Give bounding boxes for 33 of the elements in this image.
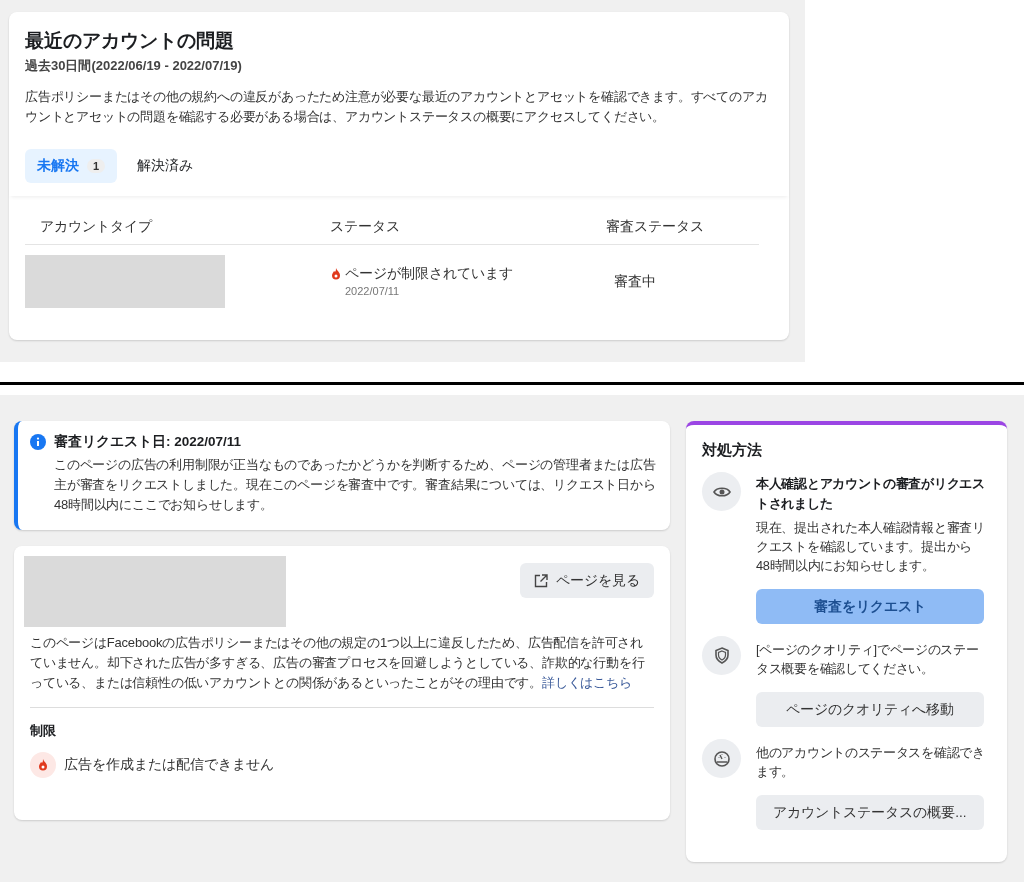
flame-icon [30,752,56,778]
column-header: アカウントタイプ [25,218,315,245]
step-text: 他のアカウントのステータスを確認できます。 [756,744,985,781]
gauge-icon [702,739,741,778]
view-page-button[interactable]: ページを見る [520,563,654,598]
eye-icon [702,472,741,511]
learn-more-link[interactable]: 詳しくはこちら [542,675,632,690]
external-link-icon [534,573,548,588]
action-button[interactable]: アカウントステータスの概要... [756,795,984,830]
notice-title: 審査リクエスト日: 2022/07/11 [54,433,242,451]
description: 広告ポリシーまたはその他の規約への違反があったため注意が必要な最近のアカウントとアセットを確認できます。すべてのアカウントとアセットの問題を確認する必要がある場合は、アカウントステータスの概要にアクセスしてください。 [25,88,769,126]
restriction-text: 広告を作成または配信できません [64,756,274,774]
column-header: 審査ステータス [591,218,759,245]
status-text: ページが制限されています [345,265,513,283]
card-title: 最近のアカウントの問題 [25,29,235,53]
tab[interactable]: 解決済み [125,149,206,183]
panel-title: 対処方法 [702,441,763,460]
policy-text: このページはFacebookの広告ポリシーまたはその他の規定の1つ以上に違反したため、広告配信を許可されていません。却下された広告が多すぎる、広告の審査プロセスを回避しようとしている、詐欺的な行動を行っている、または信頼性の低いアカウントとの関係があるといったことがその理由です。詳しくはこちら [30,634,646,692]
count-badge: 1 [87,159,106,173]
status-date: 2022/07/11 [345,285,401,297]
section-heading: 制限 [30,722,57,740]
shield-icon [702,636,741,675]
step-text: [ページのクオリティ]でページのステータス概要を確認してください。 [756,641,980,678]
info-icon [30,434,46,450]
column-header: ステータス [315,218,591,245]
action-button[interactable]: ページのクオリティへ移動 [756,692,984,727]
review-status: 審査中 [613,273,656,291]
notice-text: このページの広告の利用制限が正当なものであったかどうかを判断するため、ページの管理者または広告主が審査をリクエストしました。現在このページを審査中です。審査結果については、リクエスト日から48時間以内にここでお知らせします。 [54,456,656,514]
tab[interactable]: 未解決 1 [25,149,118,183]
flame-icon [331,268,341,280]
step-heading: 本人確認とアカウントの審査がリクエストされました [756,475,985,513]
date-range: 過去30日間(2022/06/19 - 2022/07/19) [25,57,243,75]
step-text: 現在、提出された本人確認情報と審査リクエストを確認しています。提出から48時間以内にお知らせします。 [756,519,985,575]
